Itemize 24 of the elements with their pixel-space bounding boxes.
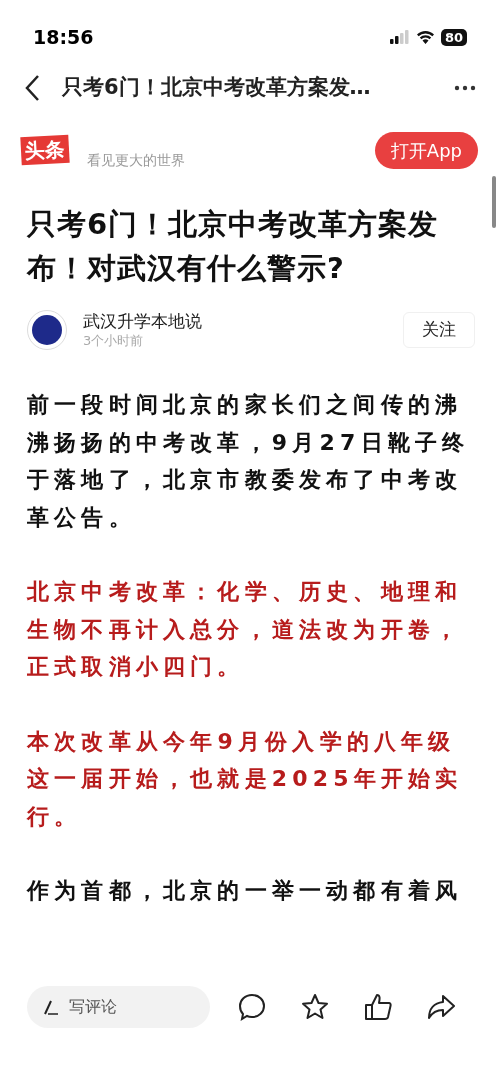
article-paragraph: 前一段时间北京的家长们之间传的沸沸扬扬的中考改革，9月27日靴子终于落地了，北京市教委发布了中考改革公告。 (27, 391, 471, 532)
post-time: 3个小时前 (83, 332, 145, 350)
thumbs-up-icon[interactable] (363, 992, 394, 1022)
article-title: 只考6门！北京中考改革方案发布！对武汉有什么警示? (27, 206, 440, 287)
article-paragraph: 北京中考改革：化学、历史、地理和生物不再计入总分，道法改为开卷，正式取消小四门。 (27, 578, 464, 681)
star-icon[interactable] (299, 992, 330, 1022)
author-name[interactable]: 武汉升学本地说 (83, 310, 202, 332)
back-icon[interactable] (24, 74, 40, 102)
wifi-icon (415, 30, 435, 44)
open-app-button[interactable]: 打开App (374, 131, 478, 169)
article-paragraph: 本次改革从今年9月份入学的八年级这一届开始，也就是2025年开始实行。 (27, 727, 464, 831)
comment-icon[interactable] (236, 992, 267, 1022)
share-icon[interactable] (426, 992, 457, 1022)
status-time: 18:56 (33, 24, 94, 50)
battery-indicator: 80 (440, 28, 467, 46)
more-icon[interactable] (454, 85, 476, 91)
article-paragraph: 作为首都，北京的一举一动都有着风 (27, 877, 464, 905)
follow-button[interactable]: 关注 (403, 312, 475, 348)
slogan: 看见更大的世界 (87, 150, 185, 170)
comment-field[interactable]: 写评论 (27, 986, 210, 1028)
page-title: 只考6门！北京中考改革方案发… (62, 74, 371, 102)
pen-icon (43, 999, 59, 1015)
app-logo: 头条 (20, 134, 70, 166)
signal-icon (389, 30, 410, 44)
